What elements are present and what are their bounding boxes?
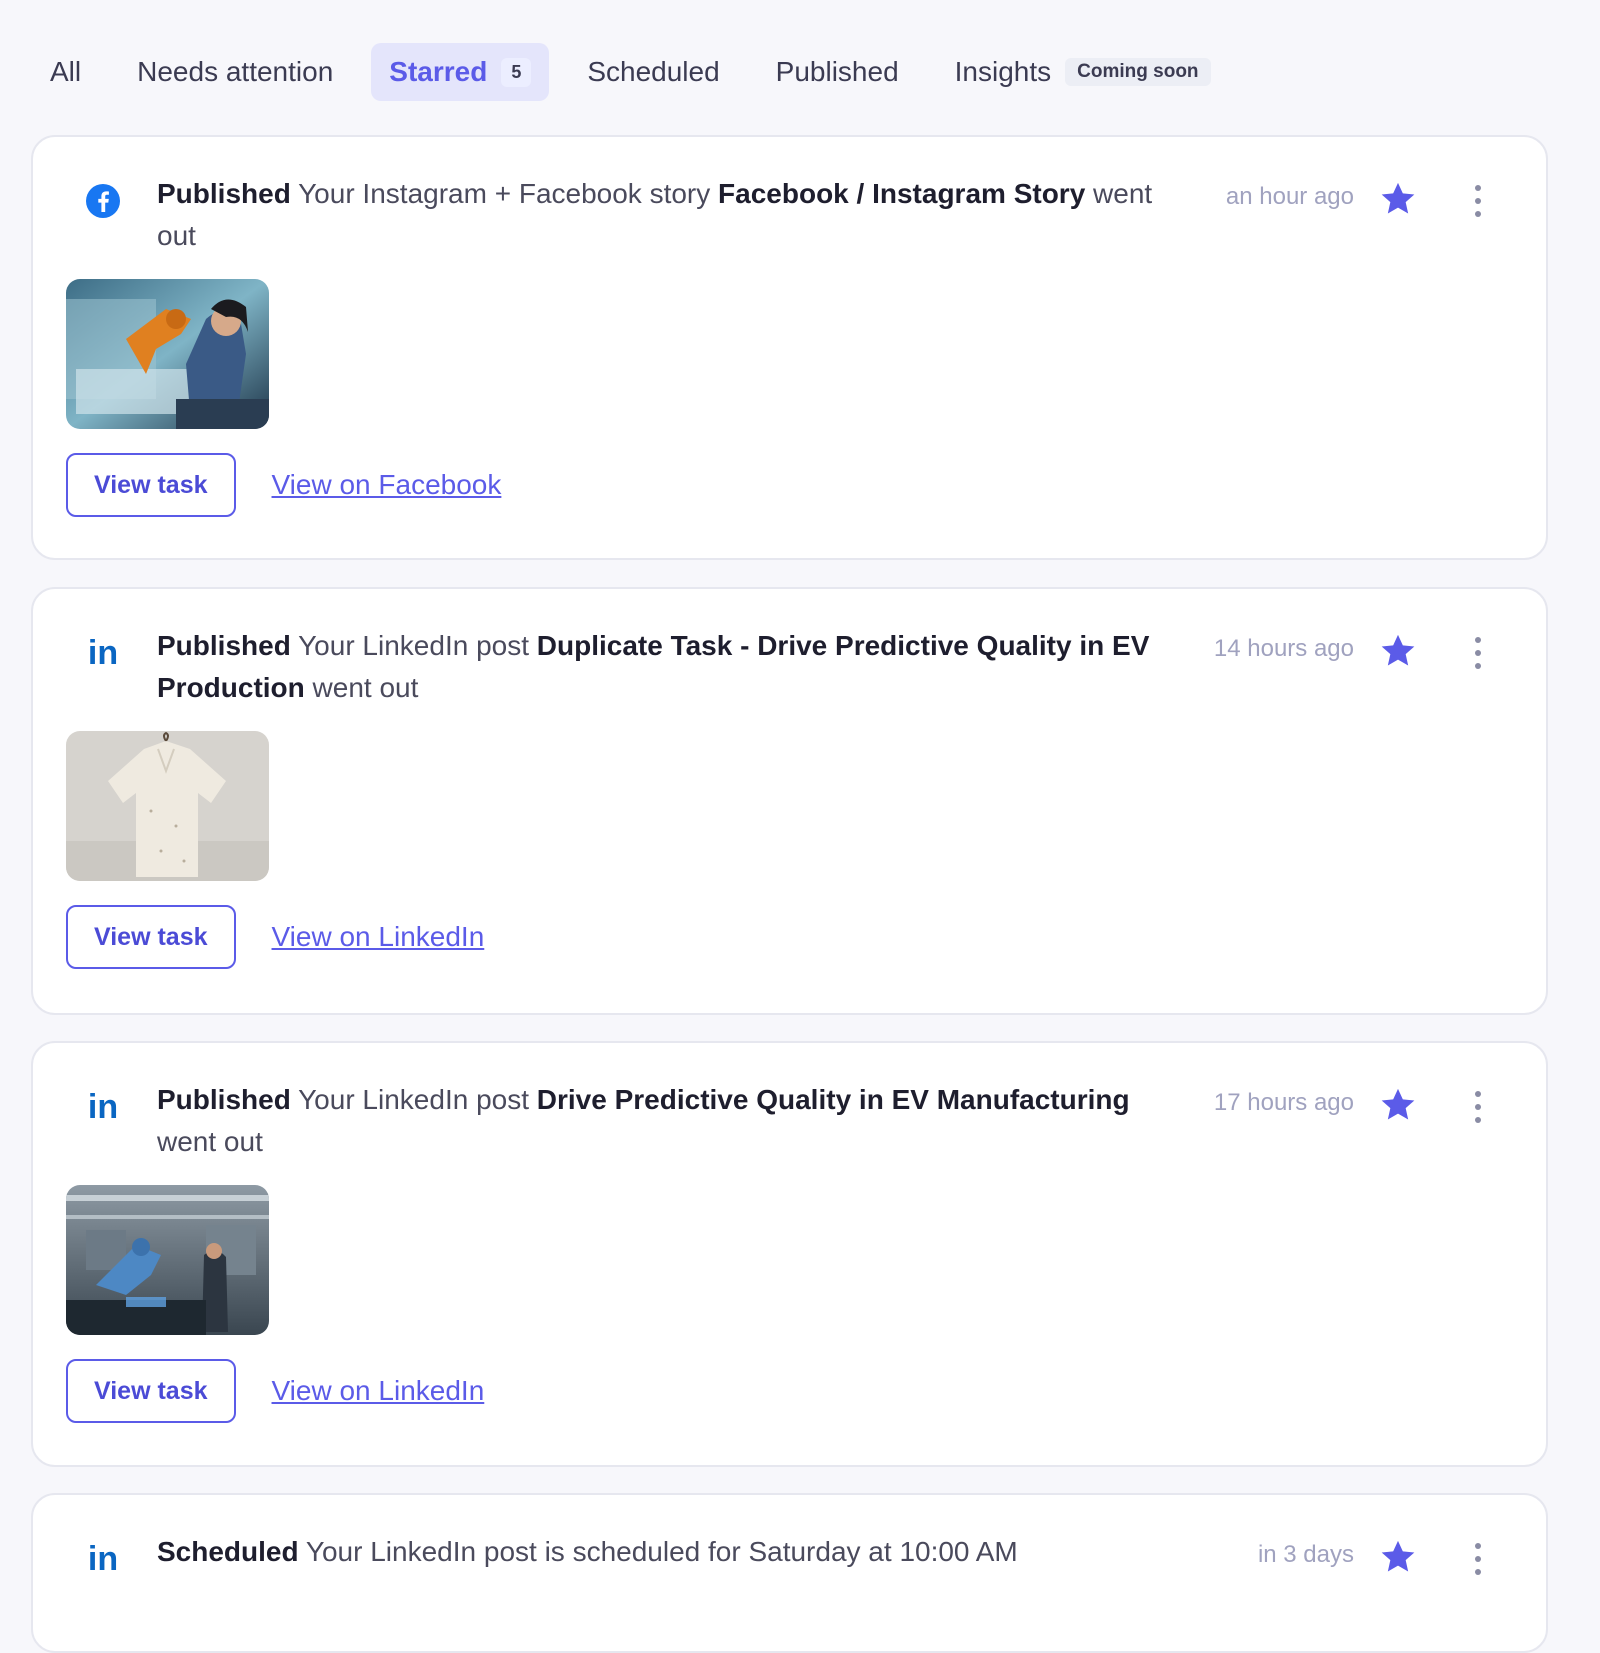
activity-headline: Scheduled Your LinkedIn post is schedule… xyxy=(157,1531,1167,1573)
filter-tabs: All Needs attention Starred 5 Scheduled P… xyxy=(32,42,1540,102)
status-label: Published xyxy=(157,178,291,209)
view-task-button[interactable]: View task xyxy=(66,453,236,517)
activity-headline: Published Your Instagram + Facebook stor… xyxy=(157,173,1167,257)
activity-text: went out xyxy=(157,1126,263,1157)
activity-card: Published Your Instagram + Facebook stor… xyxy=(31,135,1548,560)
status-label: Published xyxy=(157,630,291,661)
activity-headline: Published Your LinkedIn post Drive Predi… xyxy=(157,1079,1167,1163)
tab-scheduled[interactable]: Scheduled xyxy=(569,43,737,101)
facebook-icon xyxy=(83,181,123,221)
timestamp: 17 hours ago xyxy=(1213,1089,1354,1116)
tab-needs-attention[interactable]: Needs attention xyxy=(119,43,351,101)
svg-text:in: in xyxy=(88,1088,118,1126)
card-actions: View task View on Facebook xyxy=(66,453,501,517)
tab-published[interactable]: Published xyxy=(758,43,917,101)
timestamp: in 3 days xyxy=(1257,1541,1354,1568)
more-options-icon[interactable] xyxy=(1466,1087,1490,1127)
view-task-button[interactable]: View task xyxy=(66,905,236,969)
tab-label: All xyxy=(50,56,82,87)
view-on-platform-link[interactable]: View on Facebook xyxy=(272,469,502,501)
activity-text: Your Instagram + Facebook story xyxy=(298,178,711,209)
view-on-platform-link[interactable]: View on LinkedIn xyxy=(272,1375,485,1407)
timestamp: an hour ago xyxy=(1225,183,1354,210)
post-title: Drive Predictive Quality in EV Manufactu… xyxy=(536,1084,1130,1115)
card-actions: View task View on LinkedIn xyxy=(66,1359,484,1423)
activity-card: in Published Your LinkedIn post Duplicat… xyxy=(31,587,1548,1015)
tab-label: Needs attention xyxy=(137,56,334,87)
linkedin-icon: in xyxy=(83,633,123,673)
tab-label: Starred xyxy=(389,56,488,87)
activity-card: in Scheduled Your LinkedIn post is sched… xyxy=(31,1493,1548,1653)
post-thumbnail xyxy=(66,731,269,881)
post-title: Facebook / Instagram Story xyxy=(718,178,1086,209)
status-label: Scheduled xyxy=(157,1536,299,1567)
star-icon[interactable] xyxy=(1378,1085,1418,1125)
tab-count-badge: 5 xyxy=(501,57,532,87)
activity-text: Your LinkedIn post xyxy=(298,630,529,661)
svg-text:in: in xyxy=(88,1540,118,1578)
coming-soon-badge: Coming soon xyxy=(1065,58,1211,86)
activity-headline: Published Your LinkedIn post Duplicate T… xyxy=(157,625,1167,709)
activity-card: in Published Your LinkedIn post Drive Pr… xyxy=(31,1041,1548,1467)
star-icon[interactable] xyxy=(1378,179,1418,219)
star-icon[interactable] xyxy=(1378,1537,1418,1577)
star-icon[interactable] xyxy=(1378,631,1418,671)
card-actions: View task View on LinkedIn xyxy=(66,905,484,969)
tab-label: Published xyxy=(775,56,899,87)
tab-insights[interactable]: Insights Coming soon xyxy=(937,43,1229,101)
status-label: Published xyxy=(157,1084,291,1115)
tab-starred[interactable]: Starred 5 xyxy=(371,43,550,101)
activity-text: Your LinkedIn post is scheduled for Satu… xyxy=(305,1536,1018,1567)
more-options-icon[interactable] xyxy=(1466,1539,1490,1579)
tab-label: Insights xyxy=(954,56,1052,87)
more-options-icon[interactable] xyxy=(1466,633,1490,673)
activity-text: went out xyxy=(312,672,419,703)
view-task-button[interactable]: View task xyxy=(66,1359,236,1423)
post-thumbnail xyxy=(66,1185,269,1335)
linkedin-icon: in xyxy=(83,1539,123,1579)
view-on-platform-link[interactable]: View on LinkedIn xyxy=(272,921,485,953)
post-thumbnail xyxy=(66,279,269,429)
tab-all[interactable]: All xyxy=(32,43,99,101)
tab-label: Scheduled xyxy=(587,56,720,87)
activity-text: Your LinkedIn post xyxy=(298,1084,529,1115)
timestamp: 14 hours ago xyxy=(1213,635,1354,662)
more-options-icon[interactable] xyxy=(1466,181,1490,221)
svg-text:in: in xyxy=(88,634,118,672)
linkedin-icon: in xyxy=(83,1087,123,1127)
